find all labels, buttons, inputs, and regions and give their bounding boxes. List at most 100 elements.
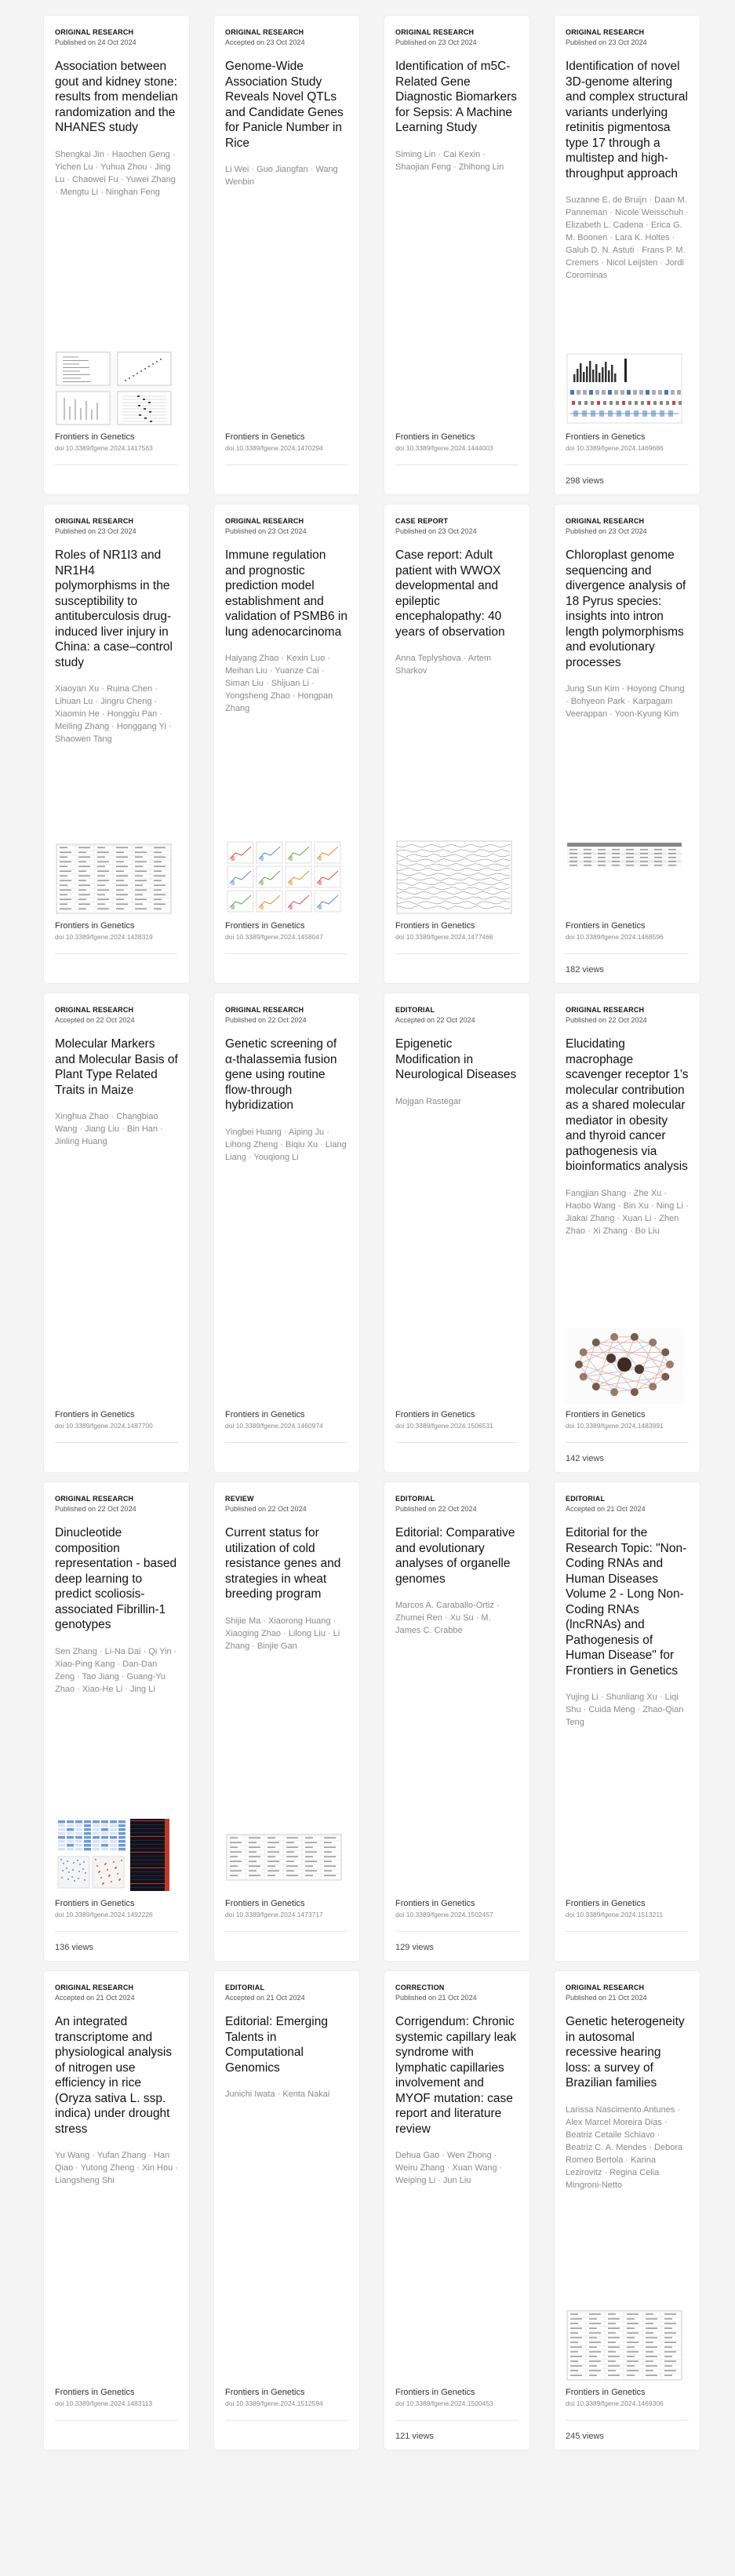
article-card[interactable]: EDITORIAL Accepted on 21 Oct 2024 Editoria… [555, 1482, 700, 1961]
article-doi: doi 10.3389/fgene.2024.1468596 [566, 933, 664, 941]
article-authors: Yu Wang · Yufan Zhang · Han Qiao · Yuton… [55, 2151, 178, 2185]
journal-name: Frontiers in Genetics [225, 921, 305, 931]
article-date: Accepted on 21 Oct 2024 [566, 1505, 646, 1513]
article-card[interactable]: ORIGINAL RESEARCH Published on 23 Oct 202… [555, 16, 700, 494]
article-card[interactable]: CORRECTION Published on 21 Oct 2024 Corrig… [384, 1971, 529, 2450]
article-figure-thumbnail [225, 840, 343, 915]
article-figure-thumbnail [55, 1817, 173, 1893]
article-title-link[interactable]: Current status for utilization of cold r… [225, 1525, 348, 1602]
article-type-label: REVIEW [225, 1495, 254, 1503]
article-type-label: ORIGINAL RESEARCH [566, 1984, 645, 1991]
article-title-link[interactable]: Elucidating macrophage scavenger recepto… [566, 1037, 689, 1175]
article-card[interactable]: REVIEW Published on 22 Oct 2024 Current st… [214, 1482, 359, 1961]
journal-name: Frontiers in Genetics [395, 2388, 475, 2397]
card-spacer [566, 1237, 689, 1320]
card-spacer [55, 2187, 178, 2381]
card-spacer [395, 2187, 519, 2381]
article-title-link[interactable]: Epigenetic Modification in Neurological … [395, 1037, 519, 1083]
article-card[interactable]: CASE REPORT Published on 23 Oct 2024 Case … [384, 505, 529, 983]
article-type-label: ORIGINAL RESEARCH [225, 517, 304, 525]
article-card[interactable]: EDITORIAL Accepted on 22 Oct 2024 Epigenet… [384, 993, 529, 1472]
article-title-link[interactable]: Chloroplast genome sequencing and diverg… [566, 548, 689, 670]
article-authors: Sen Zhang · Li-Na Dai · Qi Yin · Xiao-Pi… [55, 1646, 177, 1694]
article-title-link[interactable]: Molecular Markers and Molecular Basis of… [55, 1037, 178, 1098]
view-count: 136 views [55, 1943, 93, 1952]
card-spacer [566, 1729, 689, 1893]
article-authors: Yingbei Huang · Aiping Ju · Lihong Zheng… [225, 1127, 347, 1162]
article-authors: Anna Teplyshova · Artem Sharkov [395, 654, 492, 676]
article-card[interactable]: ORIGINAL RESEARCH Accepted on 22 Oct 2024… [44, 993, 189, 1472]
article-title-link[interactable]: Genome-Wide Association Study Reveals No… [225, 59, 348, 151]
article-title-link[interactable]: Genetic heterogeneity in autosomal reces… [566, 2014, 689, 2091]
view-count: 182 views [566, 965, 604, 975]
card-spacer [55, 199, 178, 342]
article-authors: Shijie Ma · Xiaorong Huang · Xiaoging Zh… [225, 1616, 340, 1651]
article-card[interactable]: ORIGINAL RESEARCH Published on 22 Oct 202… [555, 993, 700, 1472]
card-spacer [395, 1108, 519, 1405]
views-footer [225, 1442, 348, 1461]
article-type-label: EDITORIAL [566, 1495, 606, 1503]
article-card[interactable]: ORIGINAL RESEARCH Accepted on 21 Oct 2024… [44, 1971, 189, 2450]
journal-name: Frontiers in Genetics [55, 1410, 135, 1419]
article-type-label: ORIGINAL RESEARCH [395, 28, 475, 36]
article-title-link[interactable]: Case report: Adult patient with WWOX dev… [395, 548, 519, 639]
article-authors: Dehua Gao · Wen Zhong · Weiru Zhang · Xu… [395, 2151, 503, 2185]
article-title-link[interactable]: Identification of novel 3D-genome alteri… [566, 59, 689, 181]
article-figure-thumbnail [55, 840, 173, 915]
article-card[interactable]: ORIGINAL RESEARCH Published on 24 Oct 202… [44, 16, 189, 494]
article-card[interactable]: ORIGINAL RESEARCH Published on 21 Oct 202… [555, 1971, 700, 2450]
article-title-link[interactable]: An integrated transcriptome and physiolo… [55, 2014, 178, 2137]
article-date: Accepted on 21 Oct 2024 [225, 1994, 305, 2002]
article-title-link[interactable]: Dinucleotide composition representation … [55, 1525, 178, 1633]
card-spacer [566, 2192, 689, 2297]
card-spacer [225, 715, 348, 830]
article-authors: Junichi Iwata · Kenta Nakai [225, 2090, 330, 2099]
article-doi: doi 10.3389/fgene.2024.1483991 [566, 1422, 664, 1430]
article-card[interactable]: ORIGINAL RESEARCH Accepted on 23 Oct 2024… [214, 16, 359, 494]
article-title-link[interactable]: Immune regulation and prognostic predict… [225, 548, 348, 639]
journal-name: Frontiers in Genetics [55, 1899, 135, 1908]
article-card[interactable]: ORIGINAL RESEARCH Published on 23 Oct 202… [214, 505, 359, 983]
article-authors: Li Wei · Guo Jiangfan · Wang Wenbin [225, 165, 338, 187]
article-type-label: ORIGINAL RESEARCH [55, 517, 134, 525]
article-figure-thumbnail [55, 351, 173, 426]
card-spacer [225, 1164, 348, 1405]
article-title-link[interactable]: Genetic screening of α-thalassemia fusio… [225, 1037, 348, 1113]
article-doi: doi 10.3389/fgene.2024.1500453 [395, 2399, 493, 2407]
article-figure-thumbnail [395, 840, 513, 915]
article-title-link[interactable]: Editorial: Comparative and evolutionary … [395, 1525, 519, 1587]
article-card[interactable]: ORIGINAL RESEARCH Published on 22 Oct 202… [44, 1482, 189, 1961]
article-doi: doi 10.3389/fgene.2024.1458047 [225, 933, 323, 941]
card-spacer [395, 173, 519, 427]
article-doi: doi 10.3389/fgene.2024.1417563 [55, 444, 153, 452]
article-title-link[interactable]: Editorial for the Research Topic: "Non-C… [566, 1525, 689, 1678]
journal-name: Frontiers in Genetics [55, 432, 135, 442]
view-count: 142 views [566, 1454, 604, 1463]
article-card[interactable]: ORIGINAL RESEARCH Published on 23 Oct 202… [555, 505, 700, 983]
article-title-link[interactable]: Association between gout and kidney ston… [55, 59, 178, 136]
article-date: Published on 21 Oct 2024 [395, 1994, 477, 2002]
article-doi: doi 10.3389/fgene.2024.1502457 [395, 1911, 493, 1918]
journal-name: Frontiers in Genetics [395, 1899, 475, 1908]
article-card[interactable]: ORIGINAL RESEARCH Published on 23 Oct 202… [44, 505, 189, 983]
article-date: Accepted on 22 Oct 2024 [55, 1016, 135, 1024]
article-doi: doi 10.3389/fgene.2024.1506531 [395, 1422, 493, 1430]
article-doi: doi 10.3389/fgene.2024.1513211 [566, 1911, 664, 1918]
article-card[interactable]: EDITORIAL Accepted on 21 Oct 2024 Editoria… [214, 1971, 359, 2450]
view-count: 129 views [395, 1943, 434, 1952]
article-card[interactable]: ORIGINAL RESEARCH Published on 23 Oct 202… [384, 16, 529, 494]
article-card[interactable]: ORIGINAL RESEARCH Published on 22 Oct 202… [214, 993, 359, 1472]
views-footer [395, 1442, 519, 1461]
article-title-link[interactable]: Corrigendum: Chronic systemic capillary … [395, 2014, 519, 2137]
article-title-link[interactable]: Editorial: Emerging Talents in Computati… [225, 2014, 348, 2075]
article-doi: doi 10.3389/fgene.2024.1469686 [566, 444, 664, 452]
journal-name: Frontiers in Genetics [566, 2388, 646, 2397]
article-card[interactable]: EDITORIAL Published on 22 Oct 2024 Editori… [384, 1482, 529, 1961]
article-authors: Xinghua Zhao · Changbiao Wang · Jiang Li… [55, 1112, 163, 1146]
article-date: Published on 23 Oct 2024 [395, 38, 477, 46]
view-count: 245 views [566, 2432, 604, 2441]
article-title-link[interactable]: Identification of m5C-Related Gene Diagn… [395, 59, 519, 136]
article-authors: Siming Lin · Cai Kexin · Shaojian Feng ·… [395, 149, 504, 172]
article-type-label: CASE REPORT [395, 517, 449, 525]
article-title-link[interactable]: Roles of NR1I3 and NR1H4 polymorphisms i… [55, 548, 178, 670]
